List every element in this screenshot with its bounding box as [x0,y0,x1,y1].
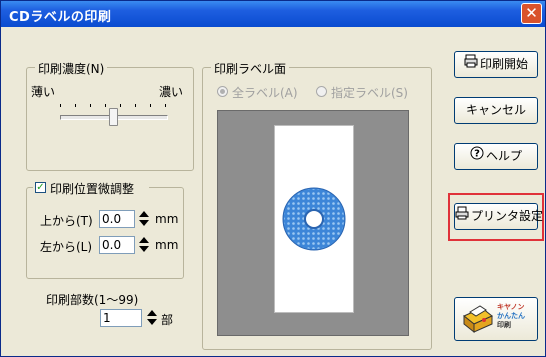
density-group: 印刷濃度(N) 薄い 濃い [26,60,194,171]
left-offset-spinner[interactable] [137,236,151,254]
label-side-group: 印刷ラベル面 全ラベル(A) 指定ラベル(S) [202,60,432,350]
radio-selected-labels[interactable] [316,86,327,97]
printer-logo-icon [463,305,493,334]
radio-all-labels[interactable] [217,86,228,97]
tick-mark [75,104,76,107]
copies-spinner[interactable] [145,309,159,327]
fine-adjust-group: ✓ 印刷位置微調整 上から(T) 0.0 mm 左から(L) 0.0 mm [26,180,184,279]
print-icon [464,52,478,77]
fine-adjust-header: ✓ 印刷位置微調整 [33,180,149,196]
printer-settings-label: プリンタ設定 [471,209,544,223]
copies-input[interactable]: 1 [100,309,142,327]
copies-unit: 部 [161,313,174,327]
density-slider-thumb[interactable] [109,108,118,126]
top-offset-input[interactable]: 0.0 [99,210,135,228]
cancel-button[interactable]: キャンセル [454,97,538,124]
logo-text-line: かんたん [497,312,525,320]
tick-mark [105,104,106,107]
density-max-label: 濃い [159,85,184,99]
tick-mark [150,104,151,107]
density-legend: 印刷濃度(N) [35,60,108,77]
print-dialog: CDラベルの印刷 ✕ 印刷濃度(N) 薄い 濃い ✓ 印刷位置微調整 上から(T… [0,0,546,357]
window-title: CDラベルの印刷 [9,10,112,25]
logo-text-line: キヤノン [497,303,525,311]
density-min-label: 薄い [31,85,56,99]
top-offset-spinner[interactable] [137,210,151,228]
label-preview [217,110,409,336]
tick-mark [120,104,121,107]
tick-mark [60,104,61,107]
help-label: ヘルプ [485,149,522,163]
top-offset-unit: mm [155,212,179,226]
close-button[interactable]: ✕ [521,3,542,24]
left-offset-label: 左から(L) [40,240,93,254]
print-start-label: 印刷開始 [479,57,528,71]
fine-adjust-legend: 印刷位置微調整 [50,182,135,196]
copies-label: 印刷部数(1〜99) [46,293,139,307]
cd-disc-icon [282,187,346,251]
left-offset-input[interactable]: 0.0 [99,236,135,254]
printer-icon [455,204,469,229]
label-sheet [274,125,354,313]
cancel-label: キャンセル [465,103,526,117]
radio-all-labels-text: 全ラベル(A) [232,86,298,100]
printer-settings-button[interactable]: プリンタ設定 [454,203,543,230]
title-bar: CDラベルの印刷 ✕ [1,1,545,27]
radio-selected-labels-text: 指定ラベル(S) [331,86,408,100]
print-start-button[interactable]: 印刷開始 [454,51,538,78]
tick-mark [90,104,91,107]
help-button[interactable]: ? ヘルプ [454,143,538,170]
fine-adjust-checkbox[interactable]: ✓ [35,182,46,193]
logo-text: キヤノン かんたん 印刷 [497,303,525,330]
logo-text-line: 印刷 [497,321,511,329]
tick-mark [135,104,136,107]
top-offset-label: 上から(T) [40,214,93,228]
label-side-legend: 印刷ラベル面 [211,60,290,77]
tick-mark [165,104,166,107]
svg-text:?: ? [474,149,480,160]
easy-print-logo-button[interactable]: キヤノン かんたん 印刷 [454,297,538,341]
help-icon: ? [470,144,484,169]
left-offset-unit: mm [155,238,179,252]
dialog-body: 印刷濃度(N) 薄い 濃い ✓ 印刷位置微調整 上から(T) 0.0 mm 左か… [4,27,544,355]
